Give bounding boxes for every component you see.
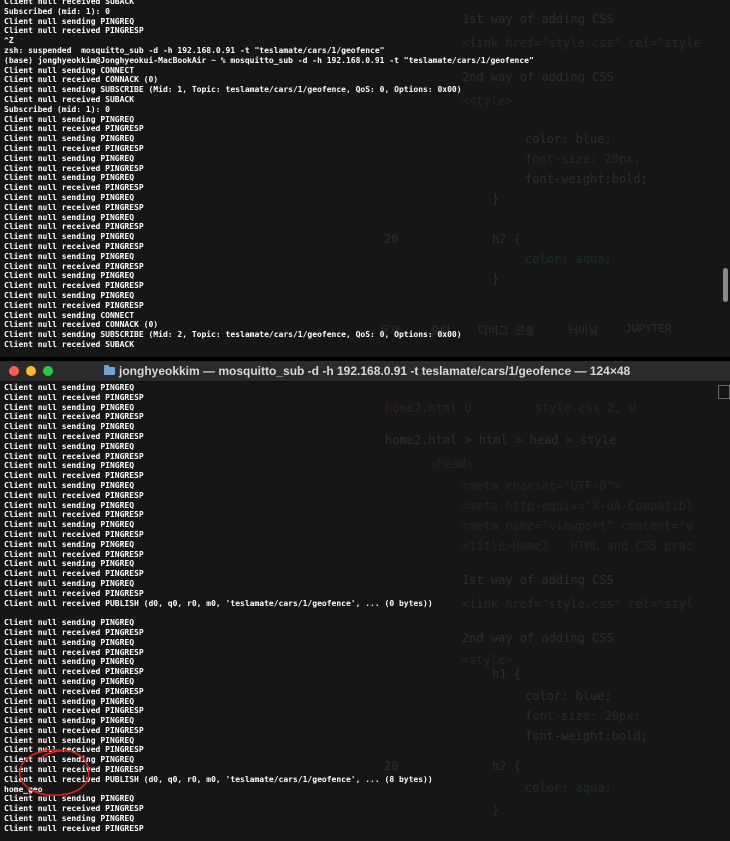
folder-icon bbox=[104, 365, 115, 375]
zoom-button[interactable] bbox=[43, 366, 53, 376]
bottom-terminal-window[interactable]: home2.html U style.css 2, U home2.html >… bbox=[0, 361, 730, 841]
minimize-button[interactable] bbox=[26, 366, 36, 376]
top-terminal-output[interactable]: Client null received SUBACK Subscribed (… bbox=[4, 0, 726, 350]
close-button[interactable] bbox=[9, 366, 19, 376]
scrollbar-thumb[interactable] bbox=[723, 268, 728, 302]
window-title: jonghyeokkim — mosquitto_sub -d -h 192.1… bbox=[119, 364, 631, 378]
top-terminal-pane[interactable]: 1st way of adding CSS <link href="style.… bbox=[0, 0, 730, 357]
bottom-terminal-output[interactable]: Client null sending PINGREQ Client null … bbox=[4, 383, 726, 834]
terminal-titlebar[interactable]: jonghyeokkim — mosquitto_sub -d -h 192.1… bbox=[0, 361, 730, 382]
